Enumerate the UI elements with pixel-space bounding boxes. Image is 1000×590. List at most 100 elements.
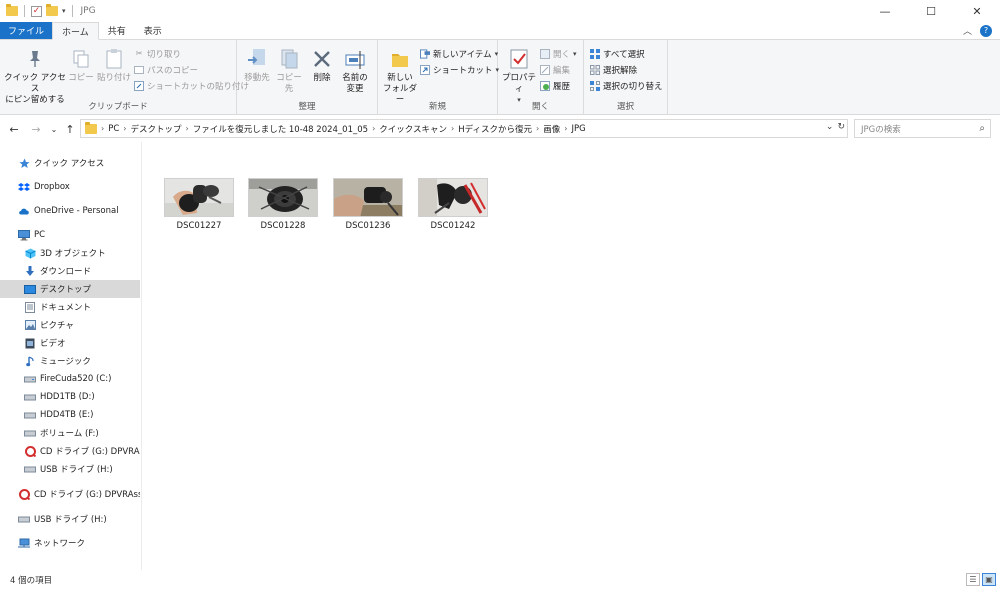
close-button[interactable]: ✕ <box>954 0 1000 22</box>
breadcrumb-jpg[interactable]: JPG <box>571 124 585 134</box>
new-folder-icon <box>389 48 411 70</box>
open-button[interactable]: 開く ▾ <box>540 48 577 60</box>
chevron-right-icon[interactable]: › <box>101 124 104 133</box>
usb-icon <box>18 514 30 525</box>
nav-item-videos[interactable]: ビデオ <box>0 334 140 352</box>
pin-quick-access-button[interactable]: クイック アクセス にピン留めする <box>4 48 66 106</box>
paste-shortcut-button[interactable]: ショートカットの貼り付け <box>134 80 249 92</box>
nav-item-drive-e[interactable]: HDD4TB (E:) <box>0 406 140 424</box>
recent-chevron-down-icon[interactable]: ⌄ <box>46 125 62 134</box>
separator <box>71 5 73 17</box>
file-item-dsc01242[interactable]: DSC01242 <box>410 178 496 231</box>
chevron-right-icon[interactable]: › <box>185 124 188 133</box>
breadcrumb-quickscan[interactable]: クイックスキャン <box>379 123 447 135</box>
breadcrumb-desktop[interactable]: デスクトップ <box>130 123 181 135</box>
address-bar[interactable]: › PC › デスクトップ › ファイルを復元しました 10-48 2024_0… <box>80 119 848 138</box>
nav-item-music[interactable]: ミュージック <box>0 352 140 370</box>
select-none-button[interactable]: 選択解除 <box>590 64 637 76</box>
cut-button[interactable]: ✂ 切り取り <box>134 48 181 60</box>
new-item-button[interactable]: 新しいアイテム ▾ <box>420 48 498 60</box>
history-button[interactable]: 履歴 <box>540 80 570 92</box>
group-label-select: 選択 <box>616 102 634 112</box>
copy-path-button[interactable]: パスのコピー <box>134 64 198 76</box>
chevron-right-icon[interactable]: › <box>536 124 539 133</box>
picture-icon <box>24 320 36 331</box>
tab-share[interactable]: 共有 <box>99 22 135 39</box>
tab-home[interactable]: ホーム <box>52 22 99 40</box>
nav-item-onedrive[interactable]: OneDrive - Personal <box>0 202 140 220</box>
refresh-icon[interactable]: ↻ <box>837 122 845 132</box>
delete-button[interactable]: 削除 <box>309 48 335 84</box>
group-label-new: 新規 <box>428 102 446 112</box>
group-label-clipboard: クリップボード <box>88 102 148 112</box>
chevron-right-icon[interactable]: › <box>564 124 567 133</box>
properties-button[interactable]: プロパティ ▾ <box>500 48 538 106</box>
group-new: 新しい フォルダー 新しいアイテム ▾ ショートカット ▾ 新規 <box>378 40 499 115</box>
nav-item-dropbox[interactable]: Dropbox <box>0 178 140 196</box>
properties-check-icon[interactable]: ✓ <box>31 5 42 17</box>
nav-item-cd-drive-g[interactable]: CD ドライブ (G:) DPVRAssis <box>0 442 140 460</box>
copy-to-button[interactable]: コピー先 <box>273 48 305 95</box>
easy-access-shortcut-button[interactable]: ショートカット ▾ <box>420 64 499 76</box>
nav-item-pictures[interactable]: ピクチャ <box>0 316 140 334</box>
nav-item-drive-c[interactable]: FireCuda520 (C:) <box>0 370 140 388</box>
help-icon[interactable]: ? <box>980 24 992 37</box>
address-dropdown-chevron-icon[interactable]: ⌄ <box>826 122 834 132</box>
nav-item-cd-drive-g-root[interactable]: CD ドライブ (G:) DPVRAssista <box>0 485 140 503</box>
move-to-button[interactable]: 移動先 <box>241 48 273 84</box>
folder-icon <box>85 121 97 134</box>
up-arrow-icon[interactable]: ↑ <box>62 123 78 136</box>
file-item-dsc01227[interactable]: DSC01227 <box>156 178 242 231</box>
tab-file[interactable]: ファイル <box>0 22 53 39</box>
new-folder-icon[interactable] <box>46 4 58 16</box>
copy-button[interactable]: コピー <box>68 48 94 84</box>
paste-button[interactable]: 貼り付け <box>96 48 132 84</box>
chevron-right-icon[interactable]: › <box>372 124 375 133</box>
file-item-dsc01228[interactable]: DSC01228 <box>240 178 326 231</box>
breadcrumb-pc[interactable]: PC <box>108 124 119 134</box>
group-organize: 移動先 コピー先 削除 名前の 変更 整理 <box>237 40 378 115</box>
breadcrumb-restored[interactable]: ファイルを復元しました 10-48 2024_01_05 <box>193 123 368 135</box>
details-view-icon[interactable]: ☰ <box>966 573 980 586</box>
rename-button[interactable]: 名前の 変更 <box>337 48 373 95</box>
search-icon[interactable]: ⌕ <box>979 123 985 134</box>
customize-toolbar-icon[interactable]: ▾ <box>62 7 66 15</box>
nav-item-quick-access[interactable]: クイック アクセス <box>0 154 140 172</box>
file-item-dsc01236[interactable]: DSC01236 <box>325 178 411 231</box>
group-select: すべて選択 選択解除 選択の切り替え 選択 <box>584 40 668 115</box>
breadcrumb-images[interactable]: 画像 <box>543 123 560 135</box>
navigation-pane: クイック アクセス Dropbox OneDrive - Personal PC… <box>0 142 142 570</box>
tab-view[interactable]: 表示 <box>135 22 171 39</box>
chevron-right-icon[interactable]: › <box>123 124 126 133</box>
breadcrumb-hdisk[interactable]: Hディスクから復元 <box>458 123 532 135</box>
new-folder-button[interactable]: 新しい フォルダー <box>382 48 418 106</box>
maximize-button[interactable]: ☐ <box>908 0 954 22</box>
forward-arrow-icon[interactable]: → <box>28 123 44 136</box>
nav-item-documents[interactable]: ドキュメント <box>0 298 140 316</box>
ribbon: クイック アクセス にピン留めする コピー 貼り付け ✂ 切り取り パスのコピー <box>0 40 1000 115</box>
edit-button[interactable]: 編集 <box>540 64 570 76</box>
download-icon <box>24 265 36 277</box>
chevron-up-icon[interactable]: ︿ <box>963 24 972 37</box>
copy-icon <box>70 48 92 70</box>
nav-item-pc[interactable]: PC <box>0 226 140 244</box>
nav-item-usb-drive-h-root[interactable]: USB ドライブ (H:) <box>0 510 140 528</box>
search-input[interactable]: JPGの検索 ⌕ <box>854 119 991 138</box>
nav-item-usb-drive-h[interactable]: USB ドライブ (H:) <box>0 460 140 478</box>
group-label-organize: 整理 <box>298 102 316 112</box>
large-icons-view-icon[interactable]: ▣ <box>982 573 996 586</box>
invert-selection-button[interactable]: 選択の切り替え <box>590 80 663 92</box>
nav-item-3d-objects[interactable]: 3D オブジェクト <box>0 244 140 262</box>
nav-item-downloads[interactable]: ダウンロード <box>0 262 140 280</box>
folder-icon <box>6 4 18 16</box>
back-arrow-icon[interactable]: ← <box>6 123 22 136</box>
select-all-button[interactable]: すべて選択 <box>590 48 645 60</box>
nav-item-drive-f[interactable]: ボリューム (F:) <box>0 424 140 442</box>
cd-icon <box>18 488 30 500</box>
minimize-button[interactable]: — <box>862 0 908 22</box>
nav-item-desktop[interactable]: デスクトップ <box>0 280 140 298</box>
nav-item-network[interactable]: ネットワーク <box>0 534 140 552</box>
chevron-right-icon[interactable]: › <box>451 124 454 133</box>
nav-item-drive-d[interactable]: HDD1TB (D:) <box>0 388 140 406</box>
search-placeholder: JPGの検索 <box>861 124 901 135</box>
